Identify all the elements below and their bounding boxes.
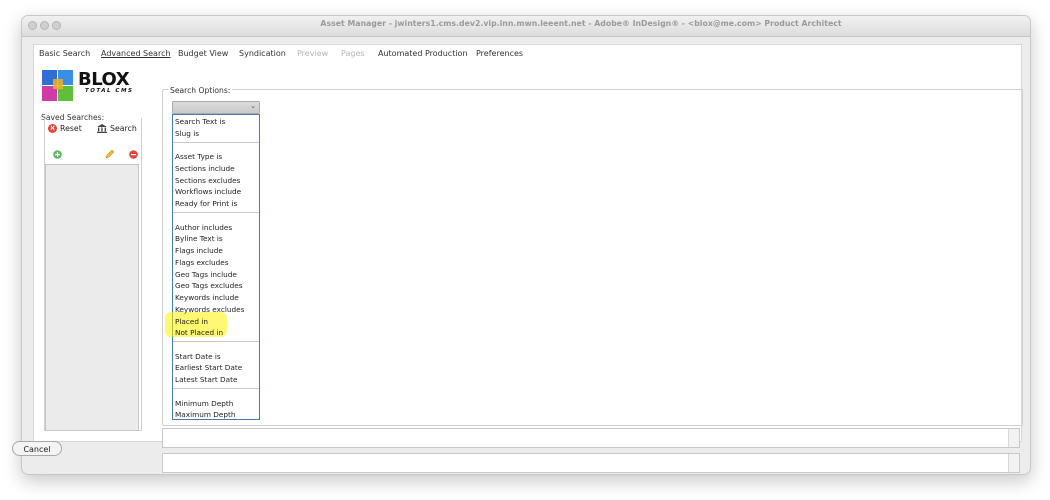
search-options-label: Search Options: [168,86,233,95]
tab-basic-search[interactable]: Basic Search [39,49,90,58]
option-sections-excludes[interactable]: Sections excludes [175,176,240,185]
window-title: Asset Manager - jwinters1.cms.dev2.vip.i… [320,19,842,28]
option-ready-for-print-is[interactable]: Ready for Print is [175,199,237,208]
tab-automated-production[interactable]: Automated Production [378,49,468,58]
search-label: Search [110,124,137,133]
logo-cube-icon [42,70,73,101]
separator [173,341,259,342]
tab-preview[interactable]: Preview [297,49,328,58]
option-geo-tags-excludes[interactable]: Geo Tags excludes [175,281,243,290]
option-placed-in[interactable]: Placed in [175,317,208,326]
option-byline-text-is[interactable]: Byline Text is [175,234,223,243]
option-geo-tags-include[interactable]: Geo Tags include [175,270,237,279]
search-button[interactable]: Search [97,124,137,133]
main-panel: Basic Search Advanced Search Budget View… [33,44,1023,473]
option-sections-include[interactable]: Sections include [175,164,235,173]
reset-icon: × [48,124,57,133]
option-search-text-is[interactable]: Search Text is [175,117,225,126]
option-minimum-depth[interactable]: Minimum Depth [175,399,233,408]
option-latest-start-date[interactable]: Latest Start Date [175,375,237,384]
option-flags-excludes[interactable]: Flags excludes [175,258,229,267]
close-window-button[interactable] [28,21,37,30]
tab-advanced-search[interactable]: Advanced Search [101,49,171,58]
option-slug-is[interactable]: Slug is [175,129,199,138]
query-text-area-2[interactable] [162,453,1020,473]
option-earliest-start-date[interactable]: Earliest Start Date [175,363,242,372]
option-not-placed-in[interactable]: Not Placed in [175,328,223,337]
edit-search-icon[interactable] [105,144,115,163]
option-workflows-include[interactable]: Workflows include [175,187,241,196]
option-keywords-excludes[interactable]: Keywords excludes [175,305,244,314]
separator [173,388,259,389]
option-maximum-depth[interactable]: Maximum Depth [175,410,236,419]
scrollbar[interactable] [1008,454,1019,472]
scrollbar[interactable] [1008,429,1019,447]
title-bar: Asset Manager - jwinters1.cms.dev2.vip.i… [22,16,1030,37]
blox-logo: BLOX TOTAL CMS [41,69,134,103]
separator [173,212,259,213]
separator [173,142,259,143]
minimize-window-button[interactable] [40,21,49,30]
option-flags-include[interactable]: Flags include [175,246,223,255]
tab-pages[interactable]: Pages [341,49,365,58]
logo-text: BLOX [78,69,130,90]
cancel-button[interactable]: Cancel [12,441,62,456]
add-search-icon[interactable] [53,144,62,163]
search-options-group [162,89,1023,426]
option-author-includes[interactable]: Author includes [175,223,232,232]
chevron-down-icon: ⌄ [250,102,256,110]
option-keywords-include[interactable]: Keywords include [175,293,239,302]
option-asset-type-is[interactable]: Asset Type is [175,152,222,161]
search-option-select[interactable]: ⌄ [172,101,260,114]
query-text-area[interactable] [162,428,1020,448]
reset-label: Reset [60,124,82,133]
option-start-date-is[interactable]: Start Date is [175,352,221,361]
saved-searches-list[interactable] [45,164,139,431]
search-option-dropdown-list[interactable]: Search Text is Slug is Asset Type is Sec… [165,114,260,420]
tab-preferences[interactable]: Preferences [476,49,523,58]
reset-button[interactable]: × Reset [48,124,82,133]
tab-syndication[interactable]: Syndication [239,49,286,58]
asset-manager-window: Asset Manager - jwinters1.cms.dev2.vip.i… [21,15,1031,475]
zoom-window-button[interactable] [52,21,61,30]
delete-search-icon[interactable] [129,144,138,163]
logo-subtext: TOTAL CMS [85,88,134,94]
tab-budget-view[interactable]: Budget View [178,49,228,58]
bank-icon [97,124,107,133]
